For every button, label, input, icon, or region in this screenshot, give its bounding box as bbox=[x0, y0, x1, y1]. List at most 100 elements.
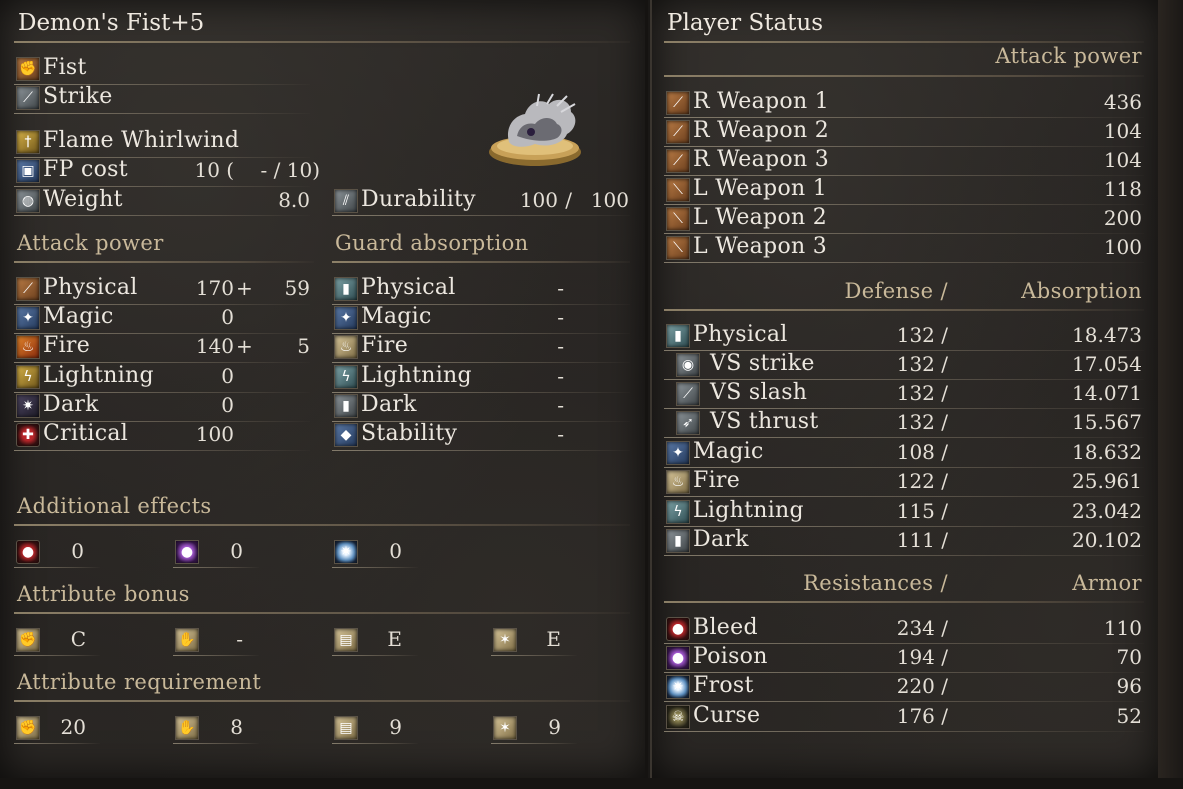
attribute-requirement-header: Attribute requirement bbox=[17, 670, 262, 694]
weight-icon: ◍ bbox=[16, 189, 40, 213]
absorption-value: 17.054 bbox=[1072, 352, 1142, 376]
weapon-value: 200 bbox=[1103, 206, 1142, 230]
weapon-type: Fist bbox=[43, 55, 87, 80]
defense-label: Dark bbox=[693, 527, 749, 552]
vs-slash-icon: ⟋ bbox=[676, 382, 700, 406]
fp-cost-alt: - / 10) bbox=[260, 158, 320, 182]
skill-icon: † bbox=[16, 130, 40, 154]
absorption-value: 20.102 bbox=[1072, 528, 1142, 552]
divider bbox=[332, 567, 418, 568]
weapon-value: 100 bbox=[1103, 235, 1142, 259]
weapon-label: L Weapon 1 bbox=[693, 176, 828, 201]
physical-guard-icon: ▮ bbox=[334, 277, 358, 301]
attack-base: 0 bbox=[221, 364, 234, 388]
left-weapon-icon: ⟍ bbox=[666, 236, 690, 260]
demons-fist-image bbox=[489, 93, 581, 166]
guard-label: Stability bbox=[361, 421, 458, 446]
faith-icon: ✶ bbox=[493, 628, 517, 652]
attack-label: Magic bbox=[43, 304, 114, 329]
divider bbox=[664, 437, 1144, 438]
magic-attack-icon: ✦ bbox=[16, 306, 40, 330]
requirement-value: 20 bbox=[60, 715, 86, 739]
fire-defense-icon: ♨ bbox=[666, 470, 690, 494]
guard-label: Dark bbox=[361, 392, 417, 417]
divider bbox=[173, 743, 259, 744]
resistance-value: 220 / bbox=[896, 674, 948, 698]
resistance-label: Frost bbox=[693, 673, 754, 698]
attack-plus: + bbox=[236, 334, 253, 358]
player-status-title: Player Status bbox=[667, 10, 824, 36]
right-weapon-icon: ⟋ bbox=[666, 120, 690, 144]
defense-label: Magic bbox=[693, 439, 764, 464]
fp-cost-paren: ( bbox=[226, 158, 234, 182]
durability-label: Durability bbox=[361, 187, 476, 212]
stability-icon: ◆ bbox=[334, 423, 358, 447]
divider bbox=[332, 450, 630, 451]
divider bbox=[173, 567, 259, 568]
divider bbox=[14, 113, 310, 114]
bonus-value: - bbox=[236, 627, 243, 651]
bonus-value: C bbox=[70, 627, 86, 651]
guard-label: Magic bbox=[361, 304, 432, 329]
faith-icon: ✶ bbox=[493, 716, 517, 740]
lightning-defense-icon: ϟ bbox=[666, 500, 690, 524]
fp-cost-label: FP cost bbox=[43, 157, 128, 182]
attack-label: Critical bbox=[43, 421, 129, 446]
left-weapon-icon: ⟍ bbox=[666, 207, 690, 231]
divider bbox=[14, 612, 630, 614]
absorption-value: 18.632 bbox=[1072, 440, 1142, 464]
divider bbox=[332, 655, 418, 656]
player-status-panel: Player Status Attack power ⟋ R Weapon 1 … bbox=[650, 0, 1160, 778]
defense-label: VS strike bbox=[710, 351, 815, 376]
effect-value: 0 bbox=[389, 539, 402, 563]
weapon-value: 104 bbox=[1103, 119, 1142, 143]
guard-value: - bbox=[557, 393, 564, 417]
absorption-value: 15.567 bbox=[1072, 410, 1142, 434]
strength-icon: ✊ bbox=[16, 716, 40, 740]
weapon-value: 118 bbox=[1103, 177, 1142, 201]
guard-label: Physical bbox=[361, 275, 456, 300]
lightning-guard-icon: ϟ bbox=[334, 365, 358, 389]
guard-value: - bbox=[557, 305, 564, 329]
attack-base: 0 bbox=[221, 393, 234, 417]
guard-value: - bbox=[557, 334, 564, 358]
weapon-label: L Weapon 2 bbox=[693, 205, 828, 230]
defense-value: 132 / bbox=[896, 381, 948, 405]
guard-value: - bbox=[557, 364, 564, 388]
divider bbox=[332, 743, 418, 744]
defense-header: Defense / bbox=[844, 279, 948, 303]
attack-label: Physical bbox=[43, 275, 138, 300]
strike-icon: ⟋ bbox=[16, 86, 40, 110]
resistances-header: Resistances / bbox=[803, 571, 948, 595]
weapon-label: R Weapon 1 bbox=[693, 89, 829, 114]
divider bbox=[14, 524, 630, 526]
fire-attack-icon: ♨ bbox=[16, 335, 40, 359]
armor-value: 52 bbox=[1116, 704, 1142, 728]
durability-icon: ⫽ bbox=[334, 189, 358, 213]
intelligence-icon: ▤ bbox=[334, 628, 358, 652]
divider bbox=[14, 743, 100, 744]
frost-icon: ✷ bbox=[666, 675, 690, 699]
guard-absorption-header: Guard absorption bbox=[335, 231, 529, 255]
divider bbox=[664, 601, 1144, 603]
critical-icon: ✚ bbox=[16, 423, 40, 447]
divider bbox=[664, 701, 1144, 702]
physical-defense-icon: ▮ bbox=[666, 324, 690, 348]
dark-attack-icon: ✷ bbox=[16, 394, 40, 418]
defense-value: 108 / bbox=[896, 440, 948, 464]
defense-label: VS slash bbox=[710, 380, 808, 405]
vs-strike-icon: ◉ bbox=[676, 353, 700, 377]
attack-label: Dark bbox=[43, 392, 99, 417]
defense-value: 115 / bbox=[896, 499, 948, 523]
divider bbox=[664, 75, 1144, 77]
resistance-label: Bleed bbox=[693, 615, 758, 640]
fp-cost-value: 10 bbox=[194, 158, 220, 182]
screen-edge bbox=[1158, 0, 1183, 789]
attack-power-header: Attack power bbox=[17, 231, 164, 255]
guard-label: Fire bbox=[361, 333, 409, 358]
requirement-value: 9 bbox=[548, 715, 561, 739]
resistance-value: 176 / bbox=[896, 704, 948, 728]
effect-value: 0 bbox=[71, 539, 84, 563]
weight-value: 8.0 bbox=[278, 188, 310, 212]
divider bbox=[14, 450, 310, 451]
